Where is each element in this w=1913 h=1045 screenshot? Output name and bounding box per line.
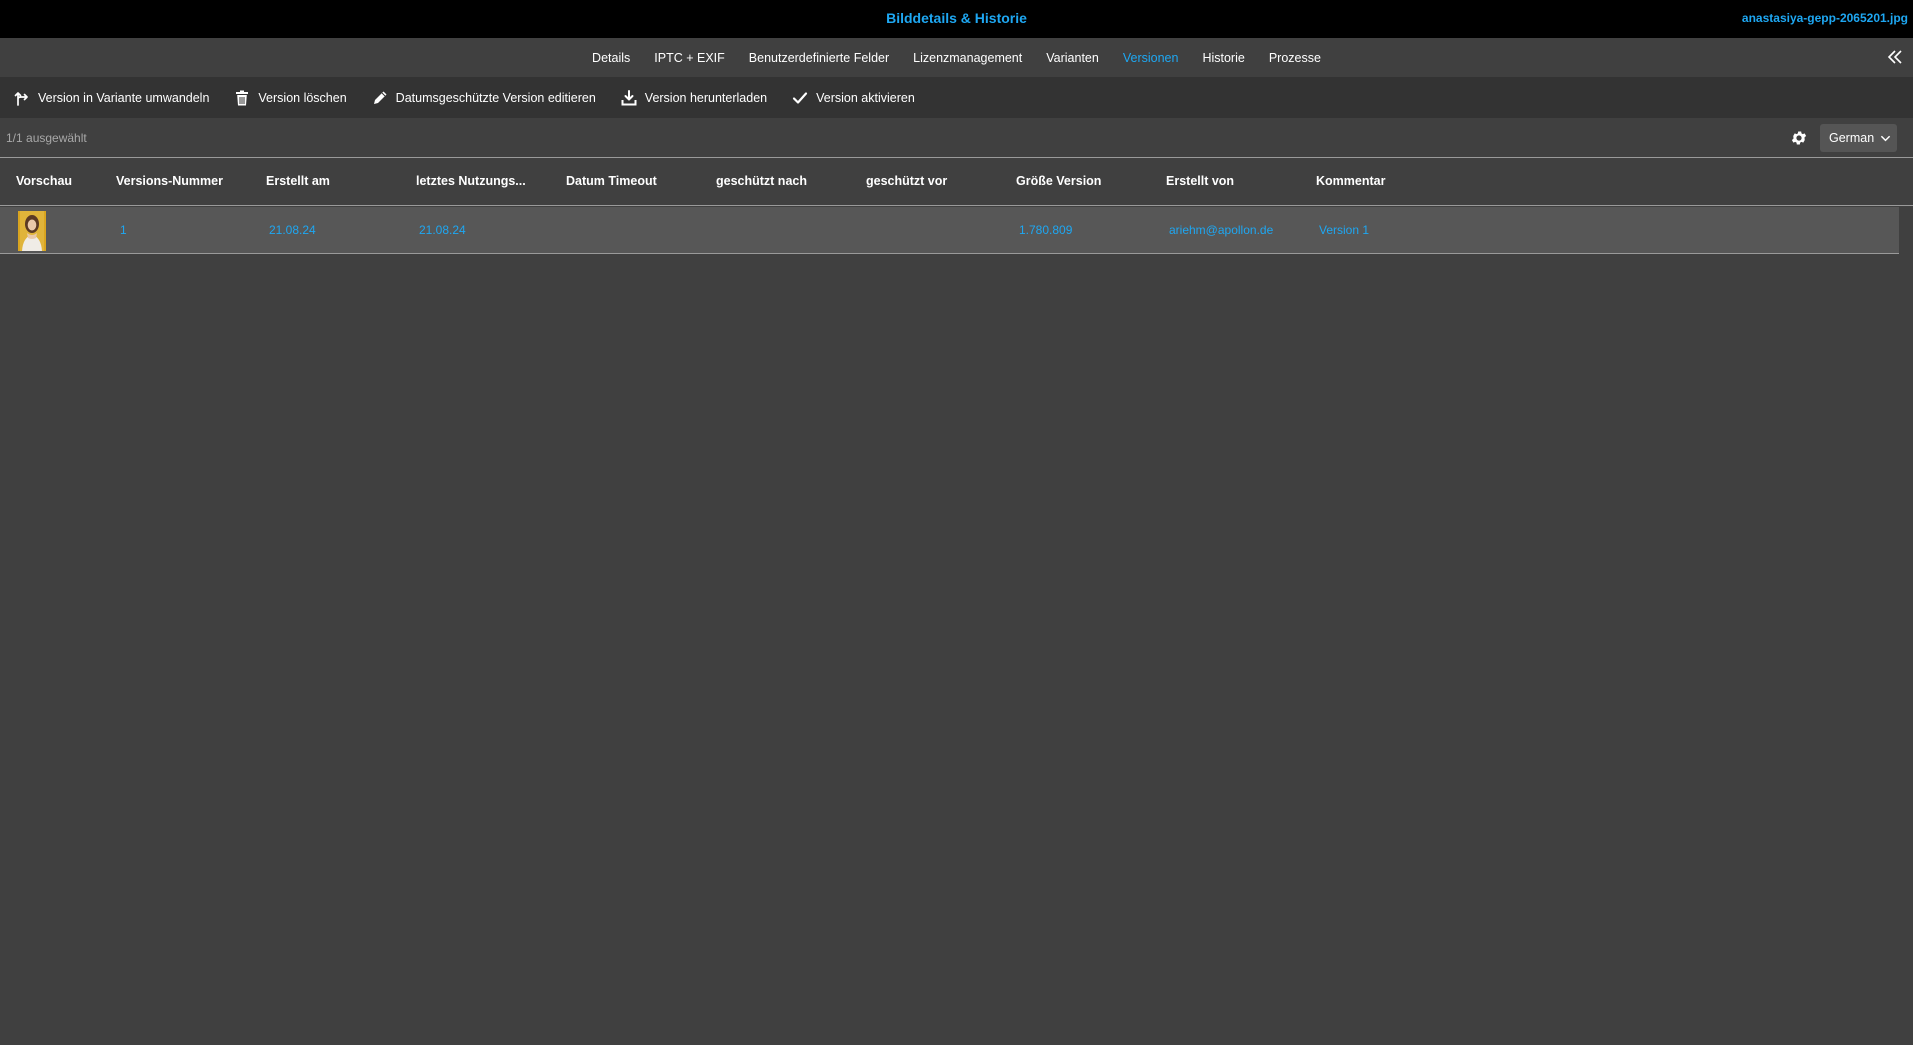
column-header-last-used[interactable]: letztes Nutzungs...: [416, 159, 526, 203]
delete-version-label: Version löschen: [258, 91, 347, 105]
download-version-button[interactable]: Version herunterladen: [621, 90, 767, 106]
download-icon: [621, 90, 637, 106]
column-header-version-size[interactable]: Größe Version: [1016, 159, 1101, 203]
status-bar: 1/1 ausgewählt German: [0, 118, 1913, 158]
column-header-protected-after[interactable]: geschützt nach: [716, 159, 807, 203]
column-header-version-number[interactable]: Versions-Nummer: [116, 159, 223, 203]
activate-version-button[interactable]: Version aktivieren: [792, 90, 915, 106]
selection-count: 1/1 ausgewählt: [6, 131, 87, 145]
language-select-value: German: [1829, 131, 1875, 145]
tab-variants[interactable]: Varianten: [1046, 51, 1099, 65]
trash-icon: [236, 90, 249, 106]
download-version-label: Version herunterladen: [644, 91, 768, 105]
tab-iptc-exif[interactable]: IPTC + EXIF: [654, 51, 725, 65]
chevron-down-icon: [1881, 135, 1891, 141]
language-select[interactable]: German: [1820, 124, 1897, 152]
column-header-timeout-date[interactable]: Datum Timeout: [566, 159, 657, 203]
pencil-icon: [373, 91, 387, 104]
tab-bar: Details IPTC + EXIF Benutzerdefinierte F…: [0, 38, 1913, 78]
cell-version-size: 1.780.809: [1019, 223, 1073, 237]
tab-license-management[interactable]: Lizenzmanagement: [913, 51, 1022, 65]
tab-history[interactable]: Historie: [1202, 51, 1244, 65]
column-header-preview[interactable]: Vorschau: [16, 159, 72, 203]
edit-date-protected-version-button[interactable]: Datumsgeschützte Version editieren: [372, 90, 596, 106]
toolbar: Version in Variante umwandeln Version lö…: [0, 78, 1913, 118]
cell-last-used: 21.08.24: [419, 223, 466, 237]
convert-to-variant-label: Version in Variante umwandeln: [38, 91, 210, 105]
tab-details[interactable]: Details: [592, 51, 630, 65]
double-chevron-left-icon[interactable]: [1885, 47, 1905, 67]
tab-versions[interactable]: Versionen: [1123, 51, 1179, 65]
column-header-created-by[interactable]: Erstellt von: [1166, 159, 1234, 203]
title-bar: Bilddetails & Historie anastasiya-gepp-2…: [0, 0, 1913, 38]
cell-version-number: 1: [120, 223, 127, 237]
gear-icon[interactable]: [1790, 129, 1808, 147]
edit-date-protected-version-label: Datumsgeschützte Version editieren: [395, 91, 596, 105]
branch-icon: [14, 92, 28, 106]
cell-created-at: 21.08.24: [269, 223, 316, 237]
checkmark-icon: [793, 92, 808, 104]
tabs: Details IPTC + EXIF Benutzerdefinierte F…: [0, 38, 1913, 78]
window-title: Bilddetails & Historie: [886, 10, 1027, 26]
tab-custom-fields[interactable]: Benutzerdefinierte Felder: [749, 51, 889, 65]
cell-comment: Version 1: [1319, 223, 1370, 237]
activate-version-label: Version aktivieren: [816, 91, 915, 105]
column-header-protected-before[interactable]: geschützt vor: [866, 159, 947, 203]
table-header: Vorschau Versions-Nummer Erstellt am let…: [0, 159, 1913, 206]
delete-version-button[interactable]: Version löschen: [234, 90, 347, 106]
table-row[interactable]: 1 21.08.24 21.08.24 1.780.809 ariehm@apo…: [0, 207, 1899, 254]
convert-to-variant-button[interactable]: Version in Variante umwandeln: [14, 90, 209, 106]
column-header-comment[interactable]: Kommentar: [1316, 159, 1385, 203]
tab-processes[interactable]: Prozesse: [1269, 51, 1321, 65]
column-header-created-at[interactable]: Erstellt am: [266, 159, 330, 203]
preview-thumbnail: [18, 211, 46, 251]
cell-created-by: ariehm@apollon.de: [1169, 223, 1274, 237]
file-name: anastasiya-gepp-2065201.jpg: [1741, 11, 1908, 25]
